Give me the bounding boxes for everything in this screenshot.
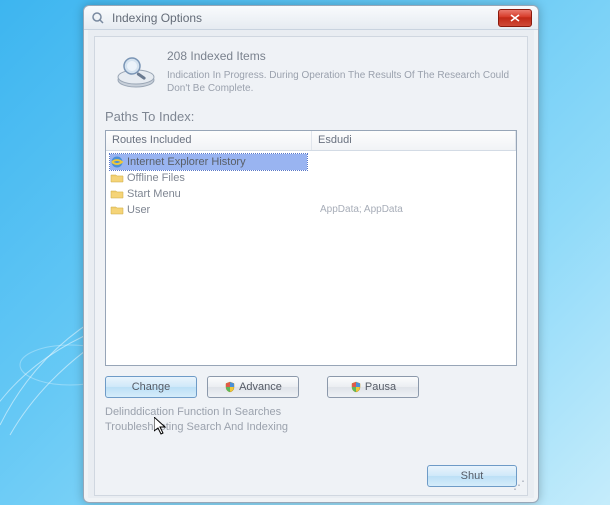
list-item-label: Start Menu [127,188,181,200]
how-indexing-link[interactable]: Delinddication Function In Searches [105,406,517,418]
indexing-options-dialog: Indexing Options 208 Ind [83,5,539,503]
folder-icon [110,203,124,217]
shield-icon [350,381,362,393]
modify-button[interactable]: Change [105,376,197,398]
progress-status: Indication In Progress. During Operation… [167,69,517,95]
close-button[interactable] [498,9,532,27]
resize-grip[interactable]: ⋰ [513,481,525,493]
advanced-button[interactable]: Advance [207,376,299,398]
shield-icon [224,381,236,393]
column-header-exclude[interactable]: Esdudi [312,131,516,150]
list-item-label: User [127,204,150,216]
list-item-label: Offline Files [127,172,185,184]
indexed-count: 208 Indexed Items [167,49,517,63]
ie-icon [110,155,124,169]
pause-button[interactable]: Pausa [327,376,419,398]
list-item-label: Internet Explorer History [127,156,246,168]
list-item[interactable]: Start Menu [110,186,307,202]
titlebar[interactable]: Indexing Options [84,6,538,30]
column-header-included[interactable]: Routes Included [106,131,312,150]
list-item[interactable]: Offline Files [110,170,307,186]
exclude-value: AppData; AppData [316,154,512,215]
close-dialog-button[interactable]: Shut [427,465,517,487]
folder-icon [110,187,124,201]
troubleshoot-link[interactable]: Troubleshooting Search And Indexing [105,421,517,433]
paths-section-label: Paths To Index: [105,109,517,124]
indexing-icon [113,47,159,93]
folder-icon [110,171,124,185]
magnifier-icon [90,10,106,26]
list-item[interactable]: User [110,202,307,218]
window-title: Indexing Options [112,11,498,25]
indexed-locations-list[interactable]: Routes Included Esdudi Internet Explorer… [105,130,517,366]
list-item[interactable]: Internet Explorer History [110,154,307,170]
